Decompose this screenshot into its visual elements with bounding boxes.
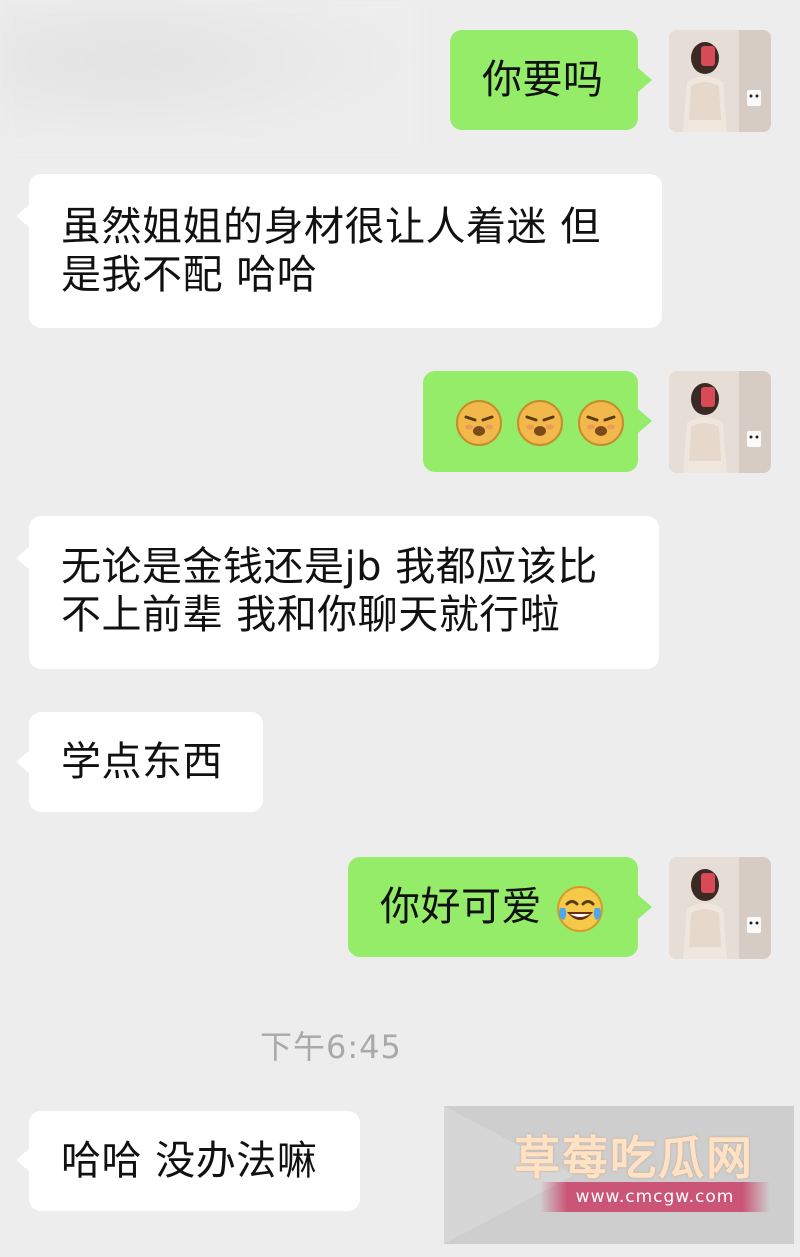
tears-of-joy-icon (555, 884, 605, 932)
bubble-tail (638, 895, 652, 919)
message-text-line: 是我不配 哈哈 (61, 252, 318, 298)
avatar-photo-icon (669, 30, 771, 132)
incoming-bubble[interactable]: 学点东西 (29, 712, 263, 812)
outgoing-bubble[interactable]: 你好可爱 (348, 857, 638, 957)
outgoing-bubble[interactable] (423, 371, 638, 472)
avatar[interactable] (669, 371, 771, 473)
bubble-tail (638, 409, 652, 433)
pouting-kiss-icon (577, 398, 625, 446)
message-text-line: 虽然姐姐的身材很让人着迷 但 (61, 204, 601, 250)
pouting-kiss-icon (455, 398, 516, 446)
message-text-line: 无论是金钱还是jb 我都应该比 (61, 544, 598, 590)
pouting-kiss-icon (516, 398, 577, 446)
incoming-bubble[interactable]: 虽然姐姐的身材很让人着迷 但 是我不配 哈哈 (29, 174, 662, 328)
chat-timestamp: 下午6:45 (260, 1028, 402, 1066)
avatar-photo-icon (669, 857, 771, 959)
blurred-header-area (0, 0, 420, 150)
incoming-bubble[interactable]: 哈哈 没办法嘛 (29, 1111, 360, 1211)
chat-window: 你要吗 虽然姐姐的身材很让人着迷 但 是我不配 哈哈 无论是金钱还是jb 我都应… (0, 0, 800, 1257)
avatar-photo-icon (669, 371, 771, 473)
message-text: 你要吗 (482, 57, 604, 103)
bubble-tail (16, 204, 30, 228)
avatar[interactable] (669, 857, 771, 959)
incoming-bubble[interactable]: 无论是金钱还是jb 我都应该比 不上前辈 我和你聊天就行啦 (29, 516, 659, 669)
message-text: 学点东西 (61, 739, 223, 785)
message-text-line: 不上前辈 我和你聊天就行啦 (61, 592, 561, 638)
outgoing-bubble[interactable]: 你要吗 (450, 30, 638, 130)
bubble-tail (16, 546, 30, 570)
avatar[interactable] (669, 30, 771, 132)
watermark-url: www.cmcgw.com (540, 1182, 770, 1212)
bubble-tail (16, 1148, 30, 1172)
bubble-tail (638, 68, 652, 92)
watermark-title: 草莓吃瓜网 (514, 1131, 754, 1185)
message-text: 你好可爱 (380, 884, 542, 930)
bubble-tail (16, 750, 30, 774)
message-text: 哈哈 没办法嘛 (61, 1138, 318, 1184)
watermark: 草莓吃瓜网 www.cmcgw.com (444, 1106, 794, 1244)
